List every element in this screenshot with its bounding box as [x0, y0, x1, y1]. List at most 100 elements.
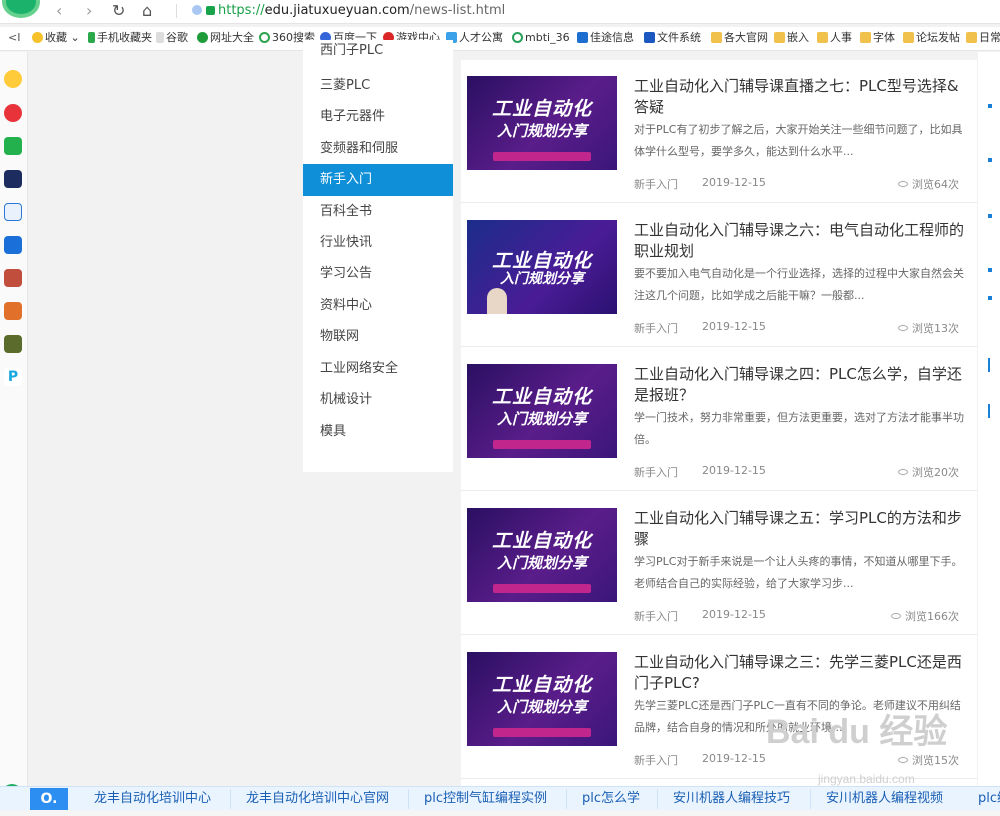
bookmark-item[interactable]: 嵌入: [774, 31, 809, 45]
bookmark-item[interactable]: 字体: [860, 31, 895, 45]
category-item[interactable]: 行业快讯: [303, 227, 453, 259]
browser-logo-icon: [2, 0, 40, 18]
bookmark-item[interactable]: mbti_36: [512, 31, 570, 45]
game-app-icon[interactable]: [4, 170, 22, 188]
bookmark-bar: <I 收藏 ⌄ 手机收藏夹 谷歌 网址大全 360搜索 百度一下 游戏中心 人才…: [0, 27, 1000, 51]
news-views: 浏览64次: [898, 176, 959, 192]
news-thumbnail[interactable]: 工业自动化 入门规划分享: [467, 76, 617, 170]
related-search-link[interactable]: plc控制气缸编程实例: [424, 791, 547, 807]
related-search-link[interactable]: plc编: [978, 791, 1000, 807]
related-search-link[interactable]: 龙丰自动化培训中心官网: [246, 791, 389, 807]
news-thumbnail[interactable]: 工业自动化 入门规划分享: [467, 220, 617, 314]
thumbnail-title: 工业自动化: [491, 98, 592, 120]
divider: [810, 789, 811, 809]
category-item[interactable]: 模具: [303, 416, 453, 448]
status-bar: [0, 810, 1000, 816]
news-category[interactable]: 新手入门: [634, 608, 678, 624]
category-item[interactable]: 工业网络安全: [303, 353, 453, 385]
category-item[interactable]: 机械设计: [303, 384, 453, 416]
related-search-link[interactable]: plc怎么学: [582, 791, 640, 807]
thumbnail-subtitle: 入门规划分享: [496, 698, 587, 716]
category-item[interactable]: 西门子PLC: [303, 38, 453, 58]
news-title[interactable]: 工业自动化入门辅导课之六：电气自动化工程师的职业规划: [634, 220, 964, 262]
site-info-icon[interactable]: [192, 5, 202, 15]
news-views: 浏览20次: [898, 464, 959, 480]
search-logo-icon[interactable]: O.: [30, 788, 68, 810]
list-bullet: [988, 104, 992, 108]
game-app-icon-2[interactable]: [4, 269, 22, 287]
related-search-link[interactable]: 龙丰自动化培训中心: [94, 791, 211, 807]
news-thumbnail[interactable]: 工业自动化 入门规划分享: [467, 364, 617, 458]
bookmark-item[interactable]: 手机收藏夹: [88, 31, 152, 45]
folder-icon: [774, 32, 785, 43]
eye-icon: [891, 613, 901, 619]
news-category[interactable]: 新手入门: [634, 752, 678, 768]
news-title[interactable]: 工业自动化入门辅导课之四：PLC怎么学，自学还是报班？: [634, 364, 964, 406]
browser-toolbar: ‹ › ↻ ⌂ https://edu.jiatuxueyuan.com/new…: [0, 0, 1000, 24]
list-bullet: [988, 214, 992, 218]
bookmark-item[interactable]: 网址大全: [197, 31, 254, 45]
divider: [408, 789, 409, 809]
back-icon[interactable]: ‹: [56, 2, 62, 20]
forward-icon[interactable]: ›: [86, 2, 92, 20]
bookmark-item[interactable]: 谷歌: [156, 31, 188, 45]
news-item[interactable]: 工业自动化 入门规划分享 工业自动化入门辅导课之四：PLC怎么学，自学还是报班？…: [461, 348, 977, 491]
collapse-sidebar-icon[interactable]: <I: [8, 31, 20, 45]
bookmark-item[interactable]: 文件系统: [644, 31, 701, 45]
related-search-link[interactable]: 安川机器人编程技巧: [673, 791, 790, 807]
avatar: [487, 288, 507, 314]
bookmark-item[interactable]: 人事: [817, 31, 852, 45]
chat-icon[interactable]: [4, 236, 22, 254]
url-protocol: https://: [218, 3, 265, 18]
news-item[interactable]: 工业自动化 入门规划分享 工业自动化入门辅导课之五：学习PLC的方法和步骤 学习…: [461, 492, 977, 635]
mbti-icon: [512, 32, 523, 43]
bookmark-item[interactable]: 各大官网: [711, 31, 768, 45]
category-item[interactable]: 百科全书: [303, 196, 453, 228]
related-search-link[interactable]: 安川机器人编程视频: [826, 791, 943, 807]
category-item[interactable]: 三菱PLC: [303, 70, 453, 102]
url-path: /news-list.html: [409, 3, 506, 18]
document-icon[interactable]: [4, 203, 22, 221]
news-category[interactable]: 新手入门: [634, 176, 678, 192]
folder-icon: [903, 32, 914, 43]
news-thumbnail[interactable]: 工业自动化 入门规划分享: [467, 652, 617, 746]
news-views: 浏览15次: [898, 752, 959, 768]
news-views: 浏览166次: [891, 608, 959, 624]
news-title[interactable]: 工业自动化入门辅导课之三：先学三菱PLC还是西门子PLC?: [634, 652, 964, 694]
news-item[interactable]: 工业自动化 入门规划分享 工业自动化入门辅导课直播之七：PLC型号选择&答疑 对…: [461, 60, 977, 203]
address-bar[interactable]: https://edu.jiatuxueyuan.com/news-list.h…: [192, 3, 505, 19]
news-category[interactable]: 新手入门: [634, 464, 678, 480]
news-date: 2019-12-15: [702, 608, 766, 621]
category-item[interactable]: 变频器和伺服: [303, 133, 453, 165]
category-item[interactable]: 资料中心: [303, 290, 453, 322]
weibo-icon[interactable]: [4, 104, 22, 122]
pp-icon[interactable]: P: [4, 368, 22, 386]
game-app-icon-4[interactable]: [4, 335, 22, 353]
bookmark-item[interactable]: 论坛发帖: [903, 31, 960, 45]
phone-icon: [88, 32, 95, 43]
mail-icon[interactable]: [4, 137, 22, 155]
folder-icon: [817, 32, 828, 43]
category-item[interactable]: 学习公告: [303, 258, 453, 290]
bookmark-item[interactable]: 佳途信息: [577, 31, 634, 45]
news-title[interactable]: 工业自动化入门辅导课直播之七：PLC型号选择&答疑: [634, 76, 964, 118]
game-app-icon-3[interactable]: [4, 302, 22, 320]
eye-icon: [898, 181, 908, 187]
thumbnail-title: 工业自动化: [491, 530, 592, 552]
bookmark-item[interactable]: 收藏 ⌄: [32, 31, 80, 45]
eye-icon: [898, 325, 908, 331]
news-thumbnail[interactable]: 工业自动化 入门规划分享: [467, 508, 617, 602]
category-item[interactable]: 物联网: [303, 321, 453, 353]
category-item-active[interactable]: 新手入门: [303, 164, 453, 196]
category-item[interactable]: 电子元器件: [303, 101, 453, 133]
lock-icon: [206, 6, 215, 15]
right-column: [978, 52, 1000, 786]
news-title[interactable]: 工业自动化入门辅导课之五：学习PLC的方法和步骤: [634, 508, 964, 550]
bookmark-item[interactable]: 人才公寓: [446, 31, 503, 45]
favorites-icon[interactable]: [4, 70, 22, 88]
bookmark-item[interactable]: 日常: [966, 31, 1000, 45]
news-item[interactable]: 工业自动化 入门规划分享 工业自动化入门辅导课之六：电气自动化工程师的职业规划 …: [461, 204, 977, 347]
refresh-icon[interactable]: ↻: [112, 2, 125, 20]
home-icon[interactable]: ⌂: [142, 2, 152, 20]
news-category[interactable]: 新手入门: [634, 320, 678, 336]
